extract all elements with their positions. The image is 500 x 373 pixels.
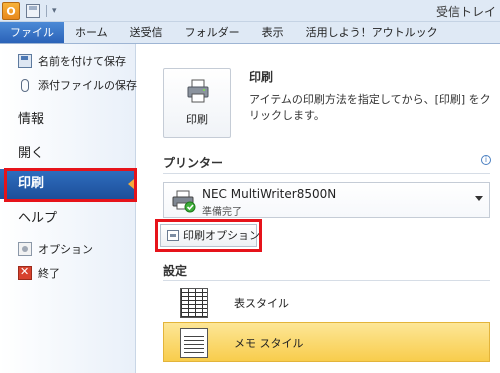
print-highlight-box (4, 168, 137, 202)
outlook-app-icon[interactable]: O (2, 2, 20, 20)
table-style-icon (180, 288, 208, 318)
printer-name: NEC MultiWriter8500N (202, 187, 337, 201)
nav-help[interactable]: ヘルプ (18, 207, 57, 226)
title-bar: O ▾ 受信トレイ (0, 0, 500, 22)
print-button[interactable]: 印刷 (163, 68, 231, 138)
table-style-label: 表スタイル (234, 297, 289, 310)
tab-view[interactable]: 表示 (251, 22, 295, 43)
info-icon[interactable]: i (481, 155, 491, 165)
nav-save-attachments-label: 添付ファイルの保存 (38, 79, 137, 92)
printer-icon (187, 79, 209, 103)
nav-save-as-label: 名前を付けて保存 (38, 55, 126, 68)
nav-save-as[interactable]: 名前を付けて保存 (18, 52, 126, 70)
options-icon (18, 242, 32, 256)
memo-style-icon (180, 328, 208, 358)
print-options-highlight-box (155, 219, 262, 252)
ribbon-tabs: ファイル ホーム 送受信 フォルダー 表示 活用しよう！アウトルック (0, 22, 500, 44)
quick-access-dropdown-icon[interactable]: ▾ (52, 2, 57, 20)
nav-exit[interactable]: 終了 (18, 264, 60, 282)
memo-style-label: メモ スタイル (234, 337, 304, 350)
printer-ready-icon (172, 190, 196, 213)
print-description: アイテムの印刷方法を指定してから、[印刷] をクリックします。 (249, 93, 491, 122)
settings-section-title: 設定 (163, 264, 188, 278)
memo-style-option[interactable]: メモ スタイル (163, 322, 490, 362)
tab-folder[interactable]: フォルダー (174, 22, 251, 43)
tab-katsuyou[interactable]: 活用しよう！アウトルック (295, 22, 449, 43)
printer-selector[interactable]: NEC MultiWriter8500N 準備完了 (163, 182, 490, 218)
tab-file[interactable]: ファイル (0, 22, 64, 43)
exit-icon (18, 265, 32, 280)
chevron-down-icon (475, 196, 483, 201)
tab-home[interactable]: ホーム (64, 22, 119, 43)
table-style-option[interactable]: 表スタイル (163, 282, 490, 322)
window-title: 受信トレイ (435, 5, 496, 19)
nav-info[interactable]: 情報 (18, 108, 44, 127)
nav-save-attachments[interactable]: 添付ファイルの保存 (18, 76, 137, 94)
print-button-label: 印刷 (186, 113, 208, 126)
save-icon[interactable] (26, 4, 40, 18)
toolbar-divider (46, 5, 47, 17)
nav-open[interactable]: 開く (18, 142, 44, 161)
paperclip-icon (18, 78, 32, 92)
printer-status: 準備完了 (202, 207, 242, 218)
nav-exit-label: 終了 (38, 267, 60, 280)
backstage-nav: 名前を付けて保存 添付ファイルの保存 情報 開く 印刷 ヘルプ オプション 終了 (0, 44, 137, 373)
save-as-icon (18, 54, 32, 68)
print-heading: 印刷 (249, 70, 274, 84)
tab-send-receive[interactable]: 送受信 (119, 22, 174, 43)
nav-options[interactable]: オプション (18, 240, 93, 258)
divider (163, 280, 490, 281)
nav-options-label: オプション (38, 243, 93, 256)
printer-section-title: プリンター (163, 156, 224, 170)
divider (163, 173, 490, 174)
